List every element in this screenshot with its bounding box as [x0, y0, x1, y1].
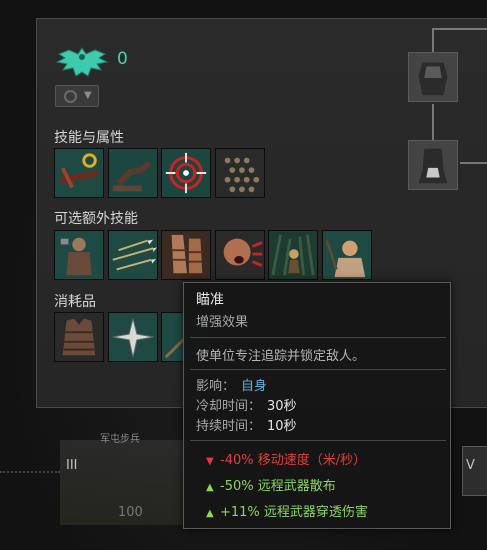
divider — [190, 369, 446, 370]
ammo-bolts-icon[interactable] — [215, 148, 265, 198]
path-line — [0, 471, 60, 473]
arrow-down-icon: ▼ — [206, 456, 214, 467]
consumables-section-title: 消耗品 — [54, 294, 96, 310]
modifier-ranged-ap-damage: ▲ +11% 远程武器穿透伤害 — [206, 505, 368, 520]
armor-vest-icon[interactable] — [54, 312, 104, 362]
tree-connector — [432, 28, 487, 30]
chevron-down-icon: ▼ — [84, 90, 92, 101]
cooldown-label: 冷却时间： — [196, 399, 262, 414]
tooltip-affects-row: 影响： 自身 — [196, 375, 267, 394]
volley-arrows-icon[interactable] — [108, 230, 158, 280]
tree-connector — [432, 28, 434, 52]
battle-cry-icon[interactable] — [215, 230, 265, 280]
tooltip-title: 瞄准 — [196, 292, 224, 308]
crest-count: 0 — [117, 49, 128, 69]
tooltip-cooldown-row: 冷却时间： 30秒 — [196, 395, 297, 414]
divider — [190, 337, 446, 338]
unit-armor-card[interactable] — [408, 52, 458, 102]
rank-coin-icon — [64, 90, 77, 103]
tooltip-duration-row: 持续时间： 10秒 — [196, 415, 297, 434]
divider — [190, 440, 446, 441]
caltrops-icon[interactable] — [108, 312, 158, 362]
duration-label: 持续时间： — [196, 419, 262, 434]
modifier-move-speed: ▼ -40% 移动速度（米/秒） — [206, 453, 367, 468]
affects-value: 自身 — [241, 379, 268, 394]
target-reticle-icon[interactable] — [161, 148, 211, 198]
tree-connector — [460, 162, 487, 164]
running-soldier-icon[interactable] — [108, 148, 158, 198]
tooltip-description: 使单位专注追踪并锁定敌人。 — [196, 349, 366, 364]
cooldown-value: 30秒 — [267, 399, 297, 414]
skills-section-title: 技能与属性 — [54, 130, 124, 146]
bald-monk-icon[interactable] — [322, 230, 372, 280]
forest-ambush-icon[interactable] — [268, 230, 318, 280]
duration-value: 10秒 — [267, 419, 297, 434]
unit-helmet-card[interactable] — [408, 140, 458, 190]
crossbow-reload-icon[interactable] — [54, 148, 104, 198]
warrior-pose-icon[interactable] — [54, 230, 104, 280]
skill-tooltip: 瞄准 增强效果 使单位专注追踪并锁定敌人。 影响： 自身 冷却时间： 30秒 持续时… — [183, 282, 451, 529]
eagle-crest-icon — [55, 44, 109, 80]
affects-label: 影响： — [196, 379, 236, 394]
sandal-feet-icon[interactable] — [161, 230, 211, 280]
optional-skills-section-title: 可选额外技能 — [54, 211, 138, 227]
rank-dropdown[interactable]: ▼ — [55, 85, 99, 107]
unit-tier-right: V — [466, 458, 475, 473]
arrow-up-icon: ▲ — [206, 482, 214, 493]
unit-cost: 100 — [118, 505, 143, 520]
tree-connector — [432, 104, 434, 140]
modifier-ranged-spread: ▲ -50% 远程武器散布 — [206, 479, 336, 494]
tooltip-subtitle: 增强效果 — [196, 315, 249, 330]
arrow-up-icon: ▲ — [206, 508, 214, 519]
unit-tier-left: III — [66, 458, 78, 473]
unit-card-label: 军屯步兵 — [100, 434, 140, 445]
